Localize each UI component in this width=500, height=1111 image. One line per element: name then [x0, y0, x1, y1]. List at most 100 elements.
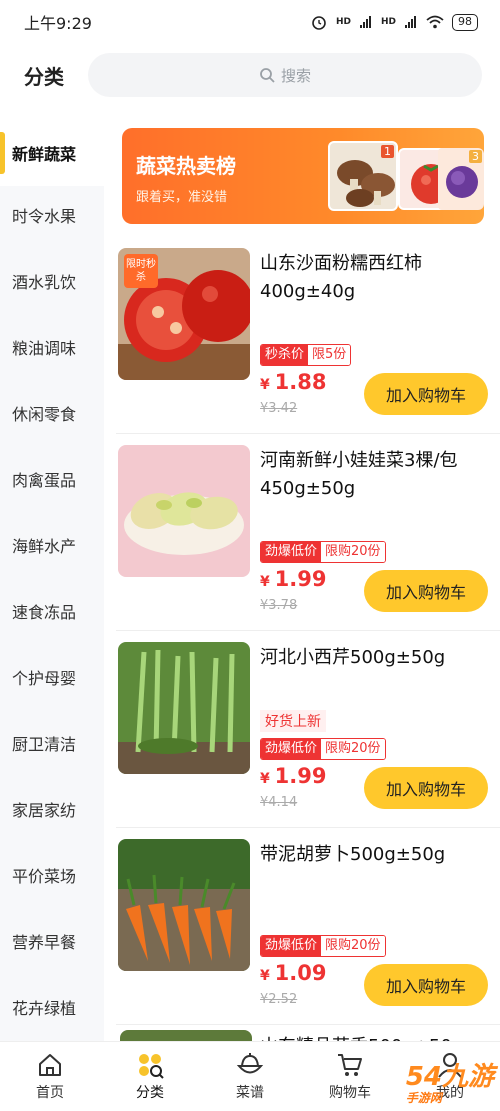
header: 分类 搜索 [0, 50, 500, 100]
promo-tags: 劲爆低价 限购20份 [260, 935, 386, 957]
product-name[interactable]: 河北小西芹500g±50g [260, 644, 490, 672]
currency-symbol: ¥ [260, 968, 270, 984]
status-time: 上午9:29 [24, 14, 92, 33]
sidebar-item-plants[interactable]: 花卉绿植 [0, 974, 104, 1040]
price-value: 1.88 [274, 370, 327, 394]
home-icon [33, 1048, 67, 1082]
product-price: ¥ 1.99 [260, 764, 326, 788]
page-title: 分类 [24, 64, 64, 89]
rank-thumb-mushroom: 1 [328, 141, 398, 211]
app-screen: 上午9:29 HD HD 98 分类 搜索 新鲜蔬菜 时令水果 酒水乳饮 粮油调… [0, 0, 500, 1111]
nav-category[interactable]: 分类 [100, 1048, 200, 1108]
status-icons: HD HD 98 [310, 13, 478, 31]
product-name[interactable]: 山东沙面粉糯西红柿400g±40g [260, 250, 490, 306]
nav-home[interactable]: 首页 [0, 1048, 100, 1108]
signal-bars-icon-2 [405, 16, 416, 28]
price-value: 1.09 [274, 961, 327, 985]
add-to-cart-button[interactable]: 加入购物车 [364, 570, 488, 612]
watermark-text: 54九游 [405, 1062, 494, 1092]
nav-label: 分类 [136, 1085, 164, 1101]
banner-subtitle: 跟着买，准没错 [136, 190, 228, 205]
search-input[interactable]: 搜索 [88, 53, 482, 97]
product-price: ¥ 1.88 [260, 370, 326, 394]
price-value: 1.99 [274, 764, 327, 788]
promo-tags: 劲爆低价 限购20份 [260, 738, 386, 760]
product-name: 山东精品花香500g±50g [260, 1032, 463, 1041]
original-price: ¥3.78 [260, 598, 298, 613]
sidebar-item-snacks[interactable]: 休闲零食 [0, 380, 104, 446]
nav-cart[interactable]: 购物车 [300, 1048, 400, 1108]
rank-thumb-cabbage: 3 [428, 148, 484, 210]
baby-cabbage-image [118, 445, 250, 577]
sidebar-item-drinks[interactable]: 酒水乳饮 [0, 248, 104, 314]
limit-tag: 限购20份 [321, 739, 385, 759]
original-price: ¥4.14 [260, 795, 298, 810]
product-image-tomato[interactable]: 限时秒杀 [118, 248, 250, 380]
new-arrival-tag: 好货上新 [260, 710, 326, 732]
product-image-carrot[interactable] [118, 839, 250, 971]
sidebar-item-home[interactable]: 家居家纺 [0, 776, 104, 842]
alarm-icon [312, 16, 326, 30]
add-to-cart-button[interactable]: 加入购物车 [364, 373, 488, 415]
currency-symbol: ¥ [260, 377, 270, 393]
carrot-image [118, 839, 250, 971]
nav-label: 菜谱 [236, 1085, 264, 1101]
sidebar-item-vegetables[interactable]: 新鲜蔬菜 [0, 120, 104, 186]
product-card[interactable]: 河南新鲜小娃娃菜3棵/包450g±50g 劲爆低价 限购20份 ¥ 1.99 ¥… [116, 433, 500, 629]
promo-tags: 秒杀价 限5份 [260, 344, 352, 366]
sidebar-item-cleaning[interactable]: 厨卫清洁 [0, 710, 104, 776]
sidebar-item-market[interactable]: 平价菜场 [0, 842, 104, 908]
product-card[interactable]: 带泥胡萝卜500g±50g 劲爆低价 限购20份 ¥ 1.09 ¥2.52 加入… [116, 827, 500, 1023]
category-sidebar: 新鲜蔬菜 时令水果 酒水乳饮 粮油调味 休闲零食 肉禽蛋品 海鲜水产 速食冻品 … [0, 120, 104, 1041]
rank-badge-1: 1 [381, 145, 394, 158]
nav-recipe[interactable]: 菜谱 [200, 1048, 300, 1108]
limit-tag: 限购20份 [321, 936, 385, 956]
divider [116, 1024, 500, 1025]
promo-tag: 秒杀价 [261, 345, 309, 365]
promo-tag: 劲爆低价 [261, 936, 322, 956]
sidebar-item-seafood[interactable]: 海鲜水产 [0, 512, 104, 578]
sidebar-item-fruit[interactable]: 时令水果 [0, 182, 104, 248]
sidebar-item-baby-care[interactable]: 个护母婴 [0, 644, 104, 710]
banner-title: 蔬菜热卖榜 [136, 154, 236, 178]
product-image-baby-cabbage[interactable] [118, 445, 250, 577]
signal-icon: HD [335, 17, 351, 27]
recipe-icon [233, 1048, 267, 1082]
add-to-cart-button[interactable]: 加入购物车 [364, 767, 488, 809]
product-card[interactable]: 限时秒杀 山东沙面粉糯西红柿400g±40g 秒杀价 限5份 ¥ 1.88 ¥3… [116, 236, 500, 432]
site-watermark: 54九游 手游网 [406, 1056, 494, 1106]
product-name[interactable]: 带泥胡萝卜500g±50g [260, 841, 490, 869]
limit-tag: 限5份 [308, 345, 351, 365]
nav-label: 首页 [36, 1085, 64, 1101]
product-image-partial [120, 1030, 252, 1041]
sidebar-item-frozen[interactable]: 速食冻品 [0, 578, 104, 644]
product-card-partial[interactable]: 山东精品花香500g±50g [118, 1030, 498, 1041]
wifi-icon [426, 15, 444, 29]
status-bar: 上午9:29 HD HD 98 [0, 0, 500, 44]
promo-tag: 劲爆低价 [261, 542, 322, 562]
nav-label: 购物车 [329, 1085, 371, 1101]
product-name[interactable]: 河南新鲜小娃娃菜3棵/包450g±50g [260, 447, 490, 503]
flash-sale-badge: 限时秒杀 [124, 254, 158, 288]
product-image-celery[interactable] [118, 642, 250, 774]
search-icon [260, 68, 275, 83]
product-price: ¥ 1.99 [260, 567, 326, 591]
limit-tag: 限购20份 [321, 542, 385, 562]
sidebar-item-meat-eggs[interactable]: 肉禽蛋品 [0, 446, 104, 512]
cart-icon [333, 1048, 367, 1082]
add-to-cart-button[interactable]: 加入购物车 [364, 964, 488, 1006]
original-price: ¥3.42 [260, 401, 298, 416]
sidebar-item-breakfast[interactable]: 营养早餐 [0, 908, 104, 974]
product-card[interactable]: 河北小西芹500g±50g 好货上新 劲爆低价 限购20份 ¥ 1.99 ¥4.… [116, 630, 500, 826]
promo-tag: 劲爆低价 [261, 739, 322, 759]
price-value: 1.99 [274, 567, 327, 591]
currency-symbol: ¥ [260, 574, 270, 590]
signal-icon-2: HD [380, 17, 396, 27]
search-placeholder: 搜索 [280, 66, 311, 85]
currency-symbol: ¥ [260, 771, 270, 787]
hot-sellers-banner[interactable]: 蔬菜热卖榜 跟着买，准没错 1 2 [122, 128, 484, 224]
original-price: ¥2.52 [260, 992, 298, 1007]
battery-icon: 98 [452, 13, 478, 31]
sidebar-item-grain-oil[interactable]: 粮油调味 [0, 314, 104, 380]
product-price: ¥ 1.09 [260, 961, 326, 985]
